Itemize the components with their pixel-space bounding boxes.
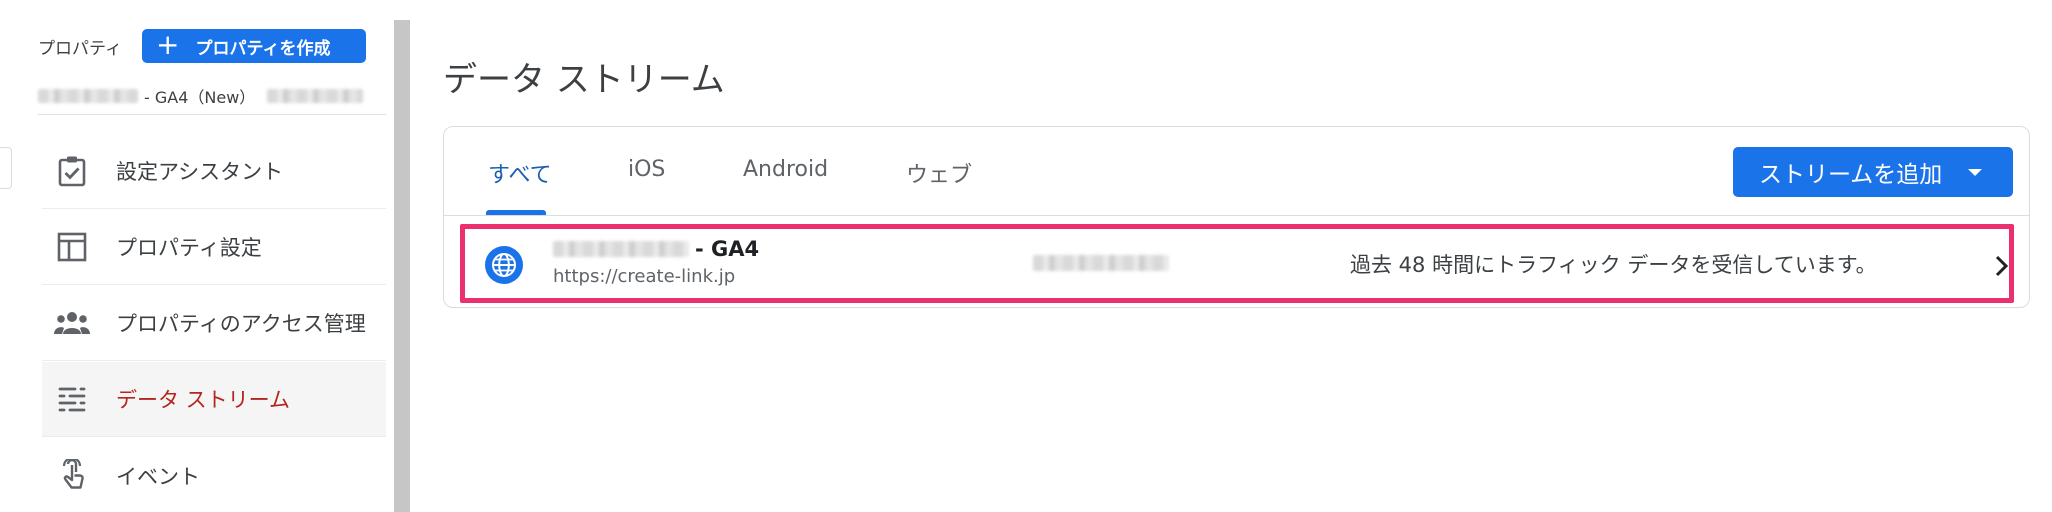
dropdown-caret-icon (1968, 168, 1983, 176)
stream-type-tabs: すべて iOS Android ウェブ ストリームを追加 (444, 127, 2029, 216)
chevron-right-icon[interactable] (1989, 251, 2013, 281)
collapsed-panel-edge[interactable] (0, 147, 12, 189)
property-sidebar: プロパティ + プロパティを作成 - GA4（New） 設定アシスタント プロパ… (0, 0, 394, 512)
sidebar-item-data-streams[interactable]: データ ストリーム (42, 362, 386, 437)
add-stream-button[interactable]: ストリームを追加 (1733, 147, 2013, 197)
touch-icon (54, 458, 90, 494)
streams-icon (54, 381, 90, 417)
stream-name-suffix: - GA4 (695, 237, 760, 261)
stream-name: - GA4 (553, 237, 759, 261)
create-property-button[interactable]: + プロパティを作成 (142, 29, 366, 63)
property-label: プロパティ (38, 39, 122, 59)
redacted-stream-name (553, 241, 689, 257)
sidebar-item-events[interactable]: イベント (42, 438, 386, 512)
redacted-stream-id (1033, 255, 1169, 271)
plus-icon: + (156, 27, 180, 61)
tab-ios[interactable]: iOS (628, 157, 665, 182)
add-stream-label: ストリームを追加 (1759, 162, 1943, 188)
stream-row[interactable]: - GA4 https://create-link.jp 過去 48 時間にトラ… (460, 224, 2014, 303)
create-property-label: プロパティを作成 (195, 38, 331, 59)
sidebar-item-label: プロパティ設定 (116, 236, 262, 260)
stream-status: 過去 48 時間にトラフィック データを受信しています。 (1350, 253, 1877, 277)
sidebar-item-setup-assistant[interactable]: 設定アシスタント (42, 134, 386, 209)
checklist-icon (54, 153, 90, 189)
property-selector[interactable]: - GA4（New） (38, 84, 364, 108)
redacted-account-name (38, 89, 138, 103)
active-tab-indicator (486, 210, 546, 215)
page-title: データ ストリーム (443, 60, 725, 100)
sidebar-divider (38, 114, 386, 115)
globe-icon (485, 246, 523, 284)
sidebar-item-label: データ ストリーム (116, 388, 291, 412)
sidebar-item-label: プロパティのアクセス管理 (116, 312, 366, 336)
sidebar-item-label: イベント (116, 464, 200, 489)
redacted-property-id (267, 89, 364, 103)
sidebar-item-label: 設定アシスタント (116, 160, 284, 184)
stream-url: https://create-link.jp (553, 266, 736, 287)
sidebar-item-property-settings[interactable]: プロパティ設定 (42, 210, 386, 285)
tab-all[interactable]: すべて (488, 157, 552, 189)
layout-icon (54, 229, 90, 265)
people-icon (54, 305, 90, 341)
sidebar-scrollbar[interactable] (394, 20, 410, 512)
property-name-suffix: - GA4（New） (144, 88, 256, 107)
data-streams-card: すべて iOS Android ウェブ ストリームを追加 - GA4 https… (443, 126, 2030, 308)
tab-android[interactable]: Android (743, 157, 828, 182)
sidebar-item-access-management[interactable]: プロパティのアクセス管理 (42, 286, 386, 361)
tab-web[interactable]: ウェブ (906, 157, 972, 189)
